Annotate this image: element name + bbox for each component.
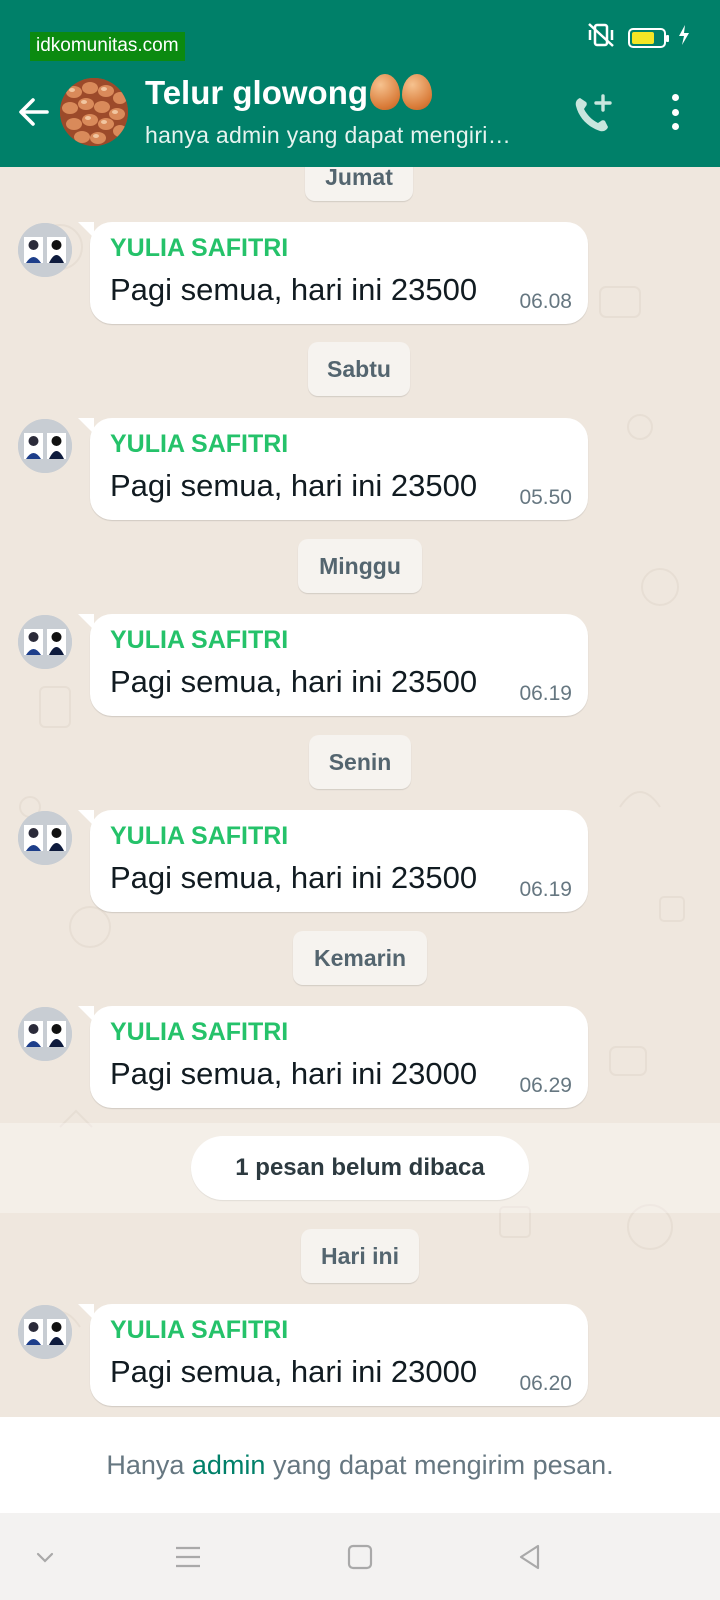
admin-only-notice: Hanya admin yang dapat mengirim pesan. — [0, 1417, 720, 1513]
group-subtitle[interactable]: hanya admin yang dapat mengiri… — [145, 122, 511, 149]
message-text: Pagi semua, hari ini 23500 — [110, 272, 478, 307]
egg-icon — [370, 74, 401, 110]
sender-name: YULIA SAFITRI — [110, 1018, 289, 1046]
message-bubble[interactable]: YULIA SAFITRI Pagi semua, hari ini 23000… — [78, 1006, 588, 1108]
avatar[interactable] — [18, 1007, 72, 1061]
message-time: 06.20 — [519, 1372, 572, 1395]
avatar[interactable] — [18, 1305, 72, 1359]
message-text: Pagi semua, hari ini 23500 — [110, 860, 478, 895]
message-time: 06.19 — [519, 682, 572, 705]
message-bubble[interactable]: YULIA SAFITRI Pagi semua, hari ini 23500… — [78, 418, 588, 520]
message-text: Pagi semua, hari ini 23500 — [110, 468, 478, 503]
unread-count-badge: 1 pesan belum dibaca — [191, 1136, 529, 1200]
nav-back-button[interactable] — [506, 1533, 554, 1581]
status-bar: idkomunitas.com — [0, 0, 720, 64]
profile-photo — [18, 1305, 72, 1359]
profile-photo — [18, 419, 72, 473]
battery-icon — [628, 27, 669, 48]
profile-photo — [18, 1007, 72, 1061]
message-time: 05.50 — [519, 486, 572, 509]
message-bubble[interactable]: YULIA SAFITRI Pagi semua, hari ini 23000… — [78, 1304, 588, 1406]
date-separator: Jumat — [305, 167, 413, 201]
chat-header: idkomunitas.com Telur glowong hanya admi… — [0, 0, 720, 167]
message-bubble[interactable]: YULIA SAFITRI Pagi semua, hari ini 23500… — [78, 222, 588, 324]
avatar[interactable] — [18, 615, 72, 669]
dot-icon — [671, 108, 679, 116]
square-home-icon — [347, 1544, 373, 1570]
sender-name: YULIA SAFITRI — [110, 822, 289, 850]
eggs-photo — [60, 78, 128, 146]
profile-photo — [18, 811, 72, 865]
vibrate-mute-icon — [586, 22, 616, 53]
message-time: 06.29 — [519, 1074, 572, 1097]
sender-name: YULIA SAFITRI — [110, 626, 289, 654]
group-title-text: Telur glowong — [145, 74, 369, 111]
notice-text-before: Hanya — [106, 1449, 192, 1480]
nav-menu-button[interactable] — [164, 1533, 212, 1581]
message-time: 06.19 — [519, 878, 572, 901]
message-text: Pagi semua, hari ini 23000 — [110, 1056, 478, 1091]
back-arrow-icon — [19, 98, 49, 126]
sender-name: YULIA SAFITRI — [110, 430, 289, 458]
date-separator: Sabtu — [308, 342, 410, 396]
charging-icon — [678, 25, 690, 50]
group-title[interactable]: Telur glowong — [145, 74, 433, 112]
watermark: idkomunitas.com — [30, 32, 185, 61]
sender-name: YULIA SAFITRI — [110, 234, 289, 262]
admin-link[interactable]: admin — [192, 1450, 266, 1481]
avatar[interactable] — [18, 811, 72, 865]
profile-photo — [18, 615, 72, 669]
dot-icon — [671, 94, 679, 101]
chevron-down-icon — [36, 1552, 54, 1563]
add-call-button[interactable] — [570, 92, 616, 138]
back-button[interactable] — [14, 92, 54, 132]
egg-icon — [402, 74, 433, 110]
sender-name: YULIA SAFITRI — [110, 1316, 289, 1344]
phone-plus-icon — [575, 94, 612, 132]
date-separator: Senin — [309, 735, 411, 789]
notice-text-after: yang dapat mengirim pesan. — [265, 1449, 614, 1480]
group-avatar[interactable] — [60, 78, 128, 146]
message-list[interactable]: Jumat YULIA SAFITRI Pagi semua, hari ini… — [0, 167, 720, 1417]
menu-lines-icon — [176, 1546, 200, 1568]
triangle-back-icon — [519, 1544, 540, 1570]
message-bubble[interactable]: YULIA SAFITRI Pagi semua, hari ini 23500… — [78, 810, 588, 912]
message-text: Pagi semua, hari ini 23000 — [110, 1354, 478, 1389]
status-icons — [586, 22, 690, 53]
nav-home-button[interactable] — [336, 1533, 384, 1581]
date-separator: Hari ini — [301, 1229, 419, 1283]
date-separator: Minggu — [298, 539, 422, 593]
date-separator: Kemarin — [293, 931, 427, 985]
message-text: Pagi semua, hari ini 23500 — [110, 664, 478, 699]
nav-collapse-button[interactable] — [21, 1533, 69, 1581]
avatar[interactable] — [18, 223, 72, 277]
more-options-button[interactable] — [660, 92, 690, 132]
message-time: 06.08 — [519, 290, 572, 313]
profile-photo — [18, 223, 72, 277]
message-bubble[interactable]: YULIA SAFITRI Pagi semua, hari ini 23500… — [78, 614, 588, 716]
avatar[interactable] — [18, 419, 72, 473]
system-nav-bar — [0, 1513, 720, 1600]
dot-icon — [671, 123, 679, 130]
